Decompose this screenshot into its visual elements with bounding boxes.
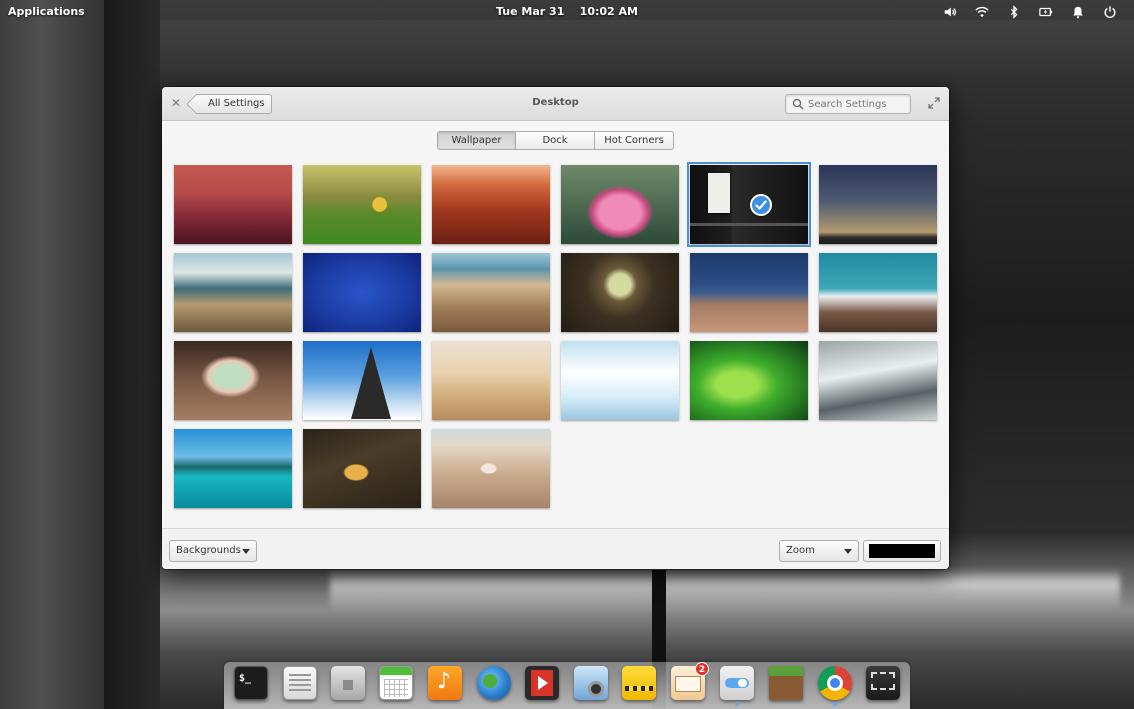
switchboard-icon[interactable] <box>720 666 754 706</box>
backgrounds-dropdown-label: Backgrounds <box>176 545 241 556</box>
desktop-settings-window: ✕ All Settings Desktop Wallpaper Dock Ho… <box>162 87 949 569</box>
running-indicator <box>833 702 837 706</box>
notification-icon[interactable] <box>1062 3 1094 21</box>
rocky-shore-wallpaper[interactable] <box>432 253 550 332</box>
wallpaper-post-shadow <box>104 0 160 709</box>
red-forest-wallpaper[interactable] <box>174 165 292 244</box>
taxi-icon[interactable] <box>622 666 656 700</box>
eiffel-tower-wallpaper[interactable] <box>303 341 421 420</box>
maximize-icon[interactable] <box>928 97 940 109</box>
red-canyon-wallpaper[interactable] <box>432 165 550 244</box>
paper-note <box>708 173 730 213</box>
blue-pattern-wallpaper[interactable] <box>303 253 421 332</box>
tropical-lake-wallpaper[interactable] <box>174 429 292 508</box>
dusk-sky-wallpaper[interactable] <box>819 165 937 244</box>
search-settings-field[interactable] <box>785 94 911 114</box>
tab-wallpaper[interactable]: Wallpaper <box>438 132 516 149</box>
metal-texture-wallpaper[interactable] <box>819 341 937 420</box>
applications-menu[interactable]: Applications <box>8 5 85 18</box>
all-settings-button[interactable]: All Settings <box>196 94 272 114</box>
volume-icon[interactable] <box>934 3 966 21</box>
all-settings-label: All Settings <box>208 98 265 109</box>
tower-shape <box>351 347 391 419</box>
tab-dock[interactable]: Dock <box>516 132 595 149</box>
pink-lotus-wallpaper[interactable] <box>561 165 679 244</box>
top-panel: Applications Tue Mar 31 10:02 AM <box>0 0 1134 24</box>
green-fern-wallpaper[interactable] <box>690 341 808 420</box>
bottom-bar: Backgrounds Zoom <box>162 528 949 569</box>
titlebar: ✕ All Settings Desktop <box>162 87 949 121</box>
running-indicator <box>735 702 739 706</box>
screenshot-icon[interactable] <box>866 666 900 700</box>
wallpaper-light <box>330 568 1120 608</box>
clock[interactable]: Tue Mar 31 10:02 AM <box>496 5 638 18</box>
wooden-tunnel-wallpaper[interactable] <box>561 253 679 332</box>
mail-icon[interactable]: 2 <box>671 662 709 700</box>
terminal-icon[interactable]: $_ <box>234 666 268 700</box>
files-icon[interactable] <box>331 666 365 700</box>
mode-switcher: Wallpaper Dock Hot Corners <box>437 131 674 150</box>
sand-dunes-wallpaper[interactable] <box>432 341 550 420</box>
battery-icon[interactable] <box>1030 3 1062 21</box>
power-icon[interactable] <box>1094 3 1126 21</box>
photos-icon[interactable] <box>574 666 608 700</box>
dock: $_ ♪ 2 <box>224 662 910 709</box>
chrome-icon[interactable] <box>818 666 852 706</box>
clouds-wallpaper[interactable] <box>561 341 679 420</box>
close-icon[interactable]: ✕ <box>170 97 182 109</box>
autumn-leaves-wallpaper[interactable] <box>303 429 421 508</box>
seashell-beach-wallpaper[interactable] <box>432 429 550 508</box>
wallpaper-beam <box>160 20 1134 80</box>
mail-badge: 2 <box>695 662 709 676</box>
wifi-icon[interactable] <box>966 3 998 21</box>
backgrounds-dropdown[interactable]: Backgrounds <box>169 540 257 562</box>
tab-hot-corners[interactable]: Hot Corners <box>595 132 673 149</box>
calendar-icon[interactable] <box>379 666 413 700</box>
background-color-button[interactable] <box>863 540 941 562</box>
coastal-fence-wallpaper[interactable] <box>174 253 292 332</box>
color-swatch <box>869 544 935 558</box>
snowy-mountain-wallpaper[interactable] <box>819 253 937 332</box>
minecraft-icon[interactable] <box>769 666 803 700</box>
search-input[interactable] <box>808 98 908 110</box>
boardwalk-sea-wallpaper[interactable] <box>690 253 808 332</box>
green-meadow-leaf-wallpaper[interactable] <box>303 165 421 244</box>
selected-check-icon <box>750 194 772 216</box>
zoom-dropdown-label: Zoom <box>786 545 815 556</box>
bluetooth-icon[interactable] <box>998 3 1030 21</box>
music-icon[interactable]: ♪ <box>428 666 462 700</box>
chevron-down-icon <box>844 549 852 554</box>
zoom-dropdown[interactable]: Zoom <box>779 540 859 562</box>
indicator-area <box>934 3 1126 21</box>
video-player-icon[interactable] <box>525 666 559 700</box>
wallpaper-post <box>0 0 104 709</box>
chevron-down-icon <box>242 549 250 554</box>
succulent-pebbles-wallpaper[interactable] <box>174 341 292 420</box>
terminal-prompt: $_ <box>239 673 252 684</box>
paper-note-wallpaper[interactable] <box>687 162 811 247</box>
text-editor-icon[interactable] <box>283 666 317 700</box>
search-icon <box>792 98 804 110</box>
web-browser-icon[interactable] <box>477 666 511 700</box>
ledge <box>690 223 808 226</box>
